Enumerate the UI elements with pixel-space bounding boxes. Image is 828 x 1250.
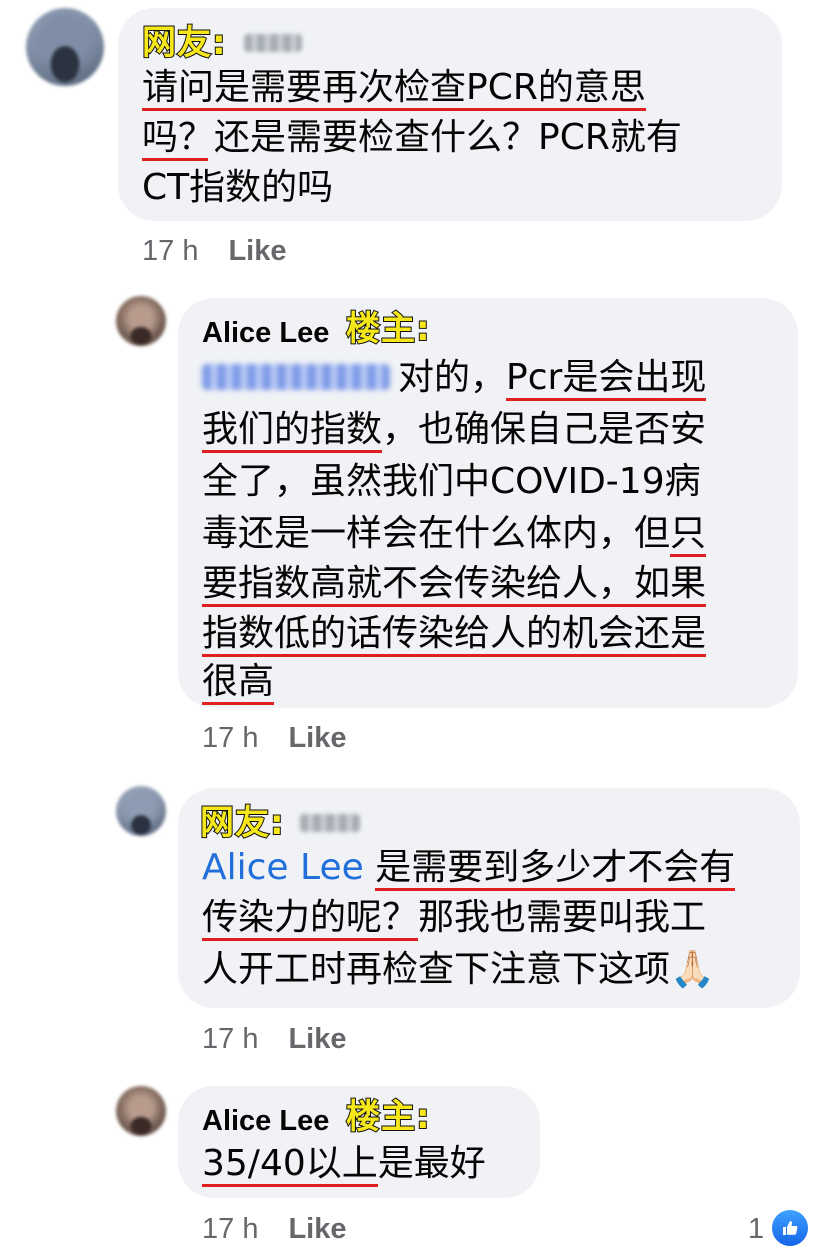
op-tag: 楼主: <box>345 1096 431 1138</box>
thumb-glyph <box>783 1221 798 1235</box>
timestamp[interactable]: 17 h <box>202 1023 258 1055</box>
netizen-tag: 网友: <box>141 22 227 64</box>
like-thumb-icon[interactable] <box>770 1208 810 1248</box>
comment-text-line: 我们的指数，也确保自己是否安 <box>202 404 706 456</box>
comment-text-line: Alice Lee 是需要到多少才不会有 <box>202 842 736 894</box>
author-name[interactable]: Alice Lee <box>202 1103 329 1139</box>
comment-text-line: 吗？还是需要检查什么？PCR就有 <box>142 117 682 158</box>
comment-meta: 17 h Like <box>202 720 346 756</box>
comment-meta: 17 h Like <box>202 1021 346 1057</box>
timestamp[interactable]: 17 h <box>142 235 198 267</box>
comment-text-line: 毒还是一样会在什么体内，但只 <box>202 508 707 560</box>
underline-mark <box>142 158 208 161</box>
comment-text-line: 35/40以上是最好 <box>202 1138 486 1190</box>
mention-link[interactable]: Alice Lee <box>202 847 364 888</box>
author-name[interactable]: Alice Lee <box>202 315 329 351</box>
like-button[interactable]: Like <box>288 1213 346 1245</box>
comment-text-line: 很高 <box>202 656 275 708</box>
folded-hands-icon: 🙏🏻 <box>670 949 715 990</box>
author-name-blurred[interactable] <box>300 814 360 832</box>
comment-text-line: 请问是需要再次检查PCR的意思 <box>142 62 646 114</box>
avatar[interactable] <box>116 1086 166 1136</box>
avatar[interactable] <box>116 296 166 346</box>
like-button[interactable]: Like <box>288 1023 346 1055</box>
like-button[interactable]: Like <box>288 722 346 754</box>
mention-blurred[interactable] <box>202 364 390 390</box>
author-name-blurred[interactable] <box>244 34 302 52</box>
comment-text-line: 指数低的话传染给人的机会还是 <box>202 608 707 660</box>
comment-text-line: 全了，虽然我们中COVID-19病 <box>202 461 701 502</box>
avatar[interactable] <box>26 8 104 86</box>
timestamp[interactable]: 17 h <box>202 1213 258 1245</box>
timestamp[interactable]: 17 h <box>202 722 258 754</box>
comment-meta: 17 h Like <box>142 233 286 269</box>
op-tag: 楼主: <box>345 308 431 350</box>
comment-text-line: 人开工时再检查下注意下这项🙏🏻 <box>202 949 715 990</box>
comment-text-line: 传染力的呢？那我也需要叫我工 <box>202 892 706 944</box>
comment-text-line: 要指数高就不会传染给人，如果 <box>202 558 707 610</box>
like-button[interactable]: Like <box>228 235 286 267</box>
comment-text-line: CT指数的吗 <box>142 167 334 208</box>
avatar[interactable] <box>116 786 166 836</box>
reaction-count[interactable]: 1 <box>748 1211 764 1247</box>
netizen-tag: 网友: <box>199 802 285 844</box>
comment-text-line: 对的，Pcr是会出现 <box>398 352 707 404</box>
comment-meta: 17 h Like <box>202 1211 346 1247</box>
